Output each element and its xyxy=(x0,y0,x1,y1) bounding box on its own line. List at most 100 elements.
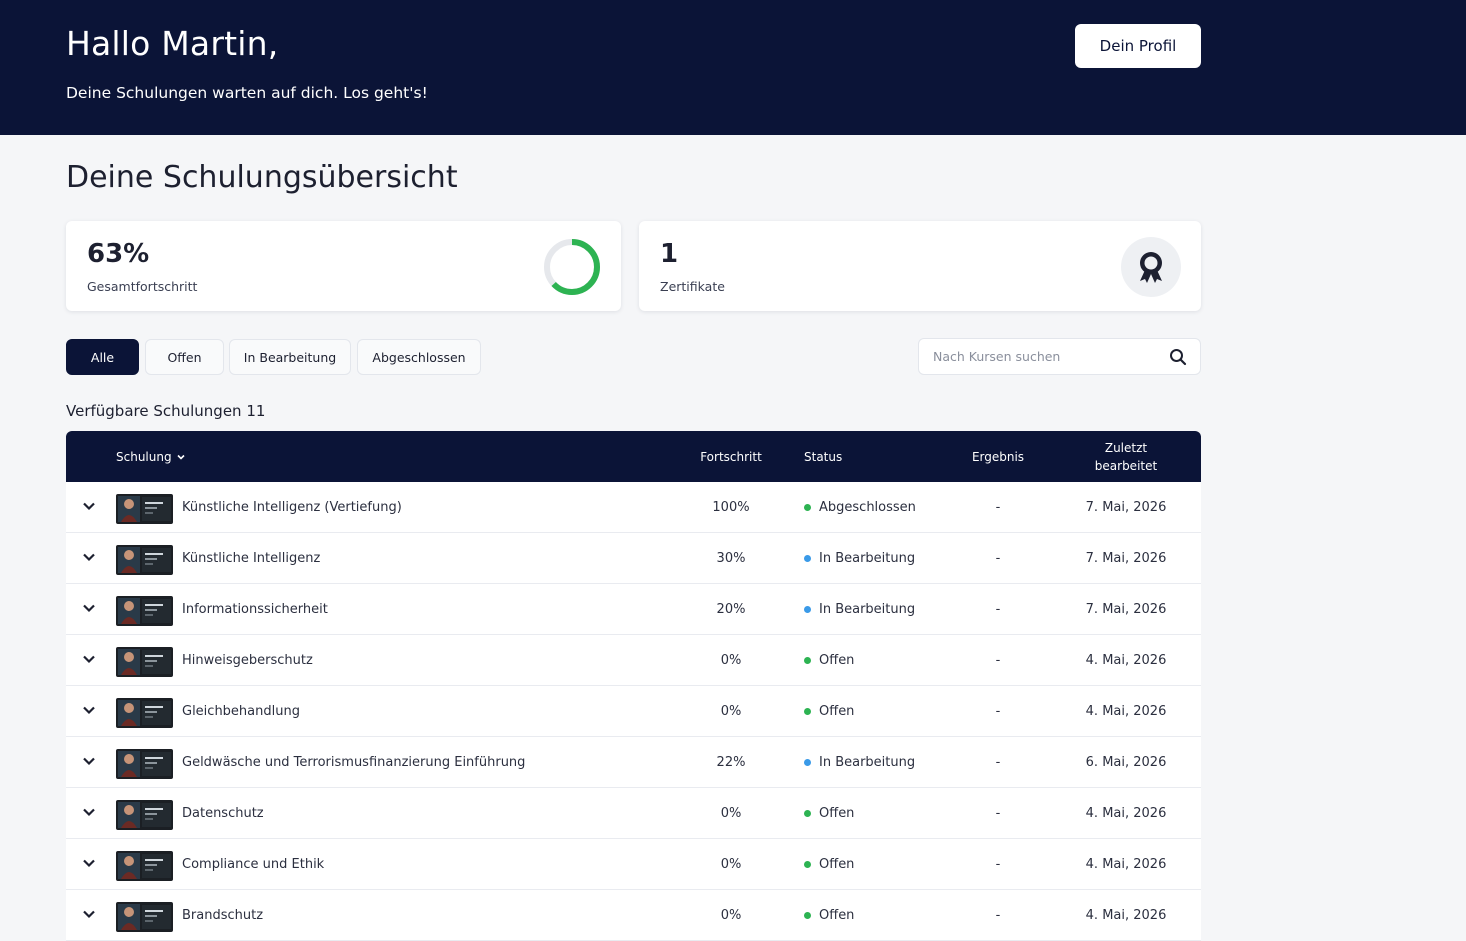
certificates-card: 1 Zertifikate xyxy=(639,221,1201,311)
progress-donut-icon xyxy=(544,239,600,295)
course-last-edited: 4. Mai, 2026 xyxy=(1085,703,1167,719)
course-title: Gleichbehandlung xyxy=(182,703,300,719)
course-thumbnail xyxy=(116,851,173,881)
course-last-edited: 7. Mai, 2026 xyxy=(1085,601,1167,617)
status-dot-icon xyxy=(804,860,811,868)
course-last-edited: 4. Mai, 2026 xyxy=(1085,856,1167,872)
course-progress: 0% xyxy=(720,907,742,923)
course-thumbnail xyxy=(116,545,173,575)
course-result: - xyxy=(995,499,1001,515)
filter-all[interactable]: Alle xyxy=(66,339,139,375)
table-row[interactable]: Compliance und Ethik 0% Offen - 4. Mai, … xyxy=(66,839,1201,890)
course-last-edited: 4. Mai, 2026 xyxy=(1085,907,1167,923)
filter-in-progress[interactable]: In Bearbeitung xyxy=(229,339,351,375)
course-thumbnail xyxy=(116,494,173,524)
award-ribbon-icon xyxy=(1121,237,1181,297)
course-title: Hinweisgeberschutz xyxy=(182,652,313,668)
column-last-edited-line2: bearbeitet xyxy=(1094,458,1158,473)
course-title: Compliance und Ethik xyxy=(182,856,325,872)
status-label: In Bearbeitung xyxy=(819,754,916,770)
table-row[interactable]: Informationssicherheit 20% In Bearbeitun… xyxy=(66,584,1201,635)
course-status: Offen xyxy=(804,890,854,940)
course-title: Geldwäsche und Terrorismusfinanzierung E… xyxy=(182,754,526,770)
course-progress: 0% xyxy=(720,805,742,821)
table-row[interactable]: Künstliche Intelligenz (Vertiefung) 100%… xyxy=(66,482,1201,533)
course-status: In Bearbeitung xyxy=(804,584,915,634)
course-title: Informationssicherheit xyxy=(182,601,328,617)
course-status: In Bearbeitung xyxy=(804,533,915,583)
table-row[interactable]: Gleichbehandlung 0% Offen - 4. Mai, 2026 xyxy=(66,686,1201,737)
course-last-edited: 4. Mai, 2026 xyxy=(1085,805,1167,821)
column-last-edited-line1: Zuletzt xyxy=(1104,440,1148,455)
status-dot-icon xyxy=(804,605,811,613)
course-last-edited: 6. Mai, 2026 xyxy=(1085,754,1167,770)
course-status: Offen xyxy=(804,635,854,685)
column-result: Ergebnis xyxy=(971,449,1025,464)
status-label: In Bearbeitung xyxy=(819,601,916,617)
progress-card: 63% Gesamtfortschritt xyxy=(66,221,621,311)
page-title: Deine Schulungsübersicht xyxy=(66,160,458,195)
course-thumbnail xyxy=(116,902,173,932)
search-icon[interactable] xyxy=(1169,348,1187,366)
course-status: Offen xyxy=(804,839,854,889)
status-label: Offen xyxy=(819,907,855,923)
course-thumbnail xyxy=(116,698,173,728)
course-thumbnail xyxy=(116,800,173,830)
status-label: In Bearbeitung xyxy=(819,550,916,566)
filter-open[interactable]: Offen xyxy=(145,339,224,375)
courses-table: Schulung Fortschritt Status Ergebnis Zul… xyxy=(66,431,1201,941)
course-thumbnail xyxy=(116,749,173,779)
column-course-label: Schulung xyxy=(116,449,172,464)
filter-completed[interactable]: Abgeschlossen xyxy=(357,339,481,375)
course-progress: 30% xyxy=(716,550,746,566)
course-result: - xyxy=(995,805,1001,821)
course-title: Brandschutz xyxy=(182,907,264,923)
expand-chevron-icon[interactable] xyxy=(82,858,96,868)
course-title: Datenschutz xyxy=(182,805,264,821)
table-row[interactable]: Hinweisgeberschutz 0% Offen - 4. Mai, 20… xyxy=(66,635,1201,686)
course-status: Offen xyxy=(804,788,854,838)
course-status: In Bearbeitung xyxy=(804,737,915,787)
table-row[interactable]: Datenschutz 0% Offen - 4. Mai, 2026 xyxy=(66,788,1201,839)
search-box xyxy=(918,338,1201,375)
column-course-sort[interactable]: Schulung xyxy=(116,431,186,482)
expand-chevron-icon[interactable] xyxy=(82,807,96,817)
course-progress: 0% xyxy=(720,703,742,719)
profile-button[interactable]: Dein Profil xyxy=(1075,24,1201,68)
table-body: Künstliche Intelligenz (Vertiefung) 100%… xyxy=(66,482,1201,941)
course-result: - xyxy=(995,907,1001,923)
course-progress: 0% xyxy=(720,856,742,872)
expand-chevron-icon[interactable] xyxy=(82,705,96,715)
course-last-edited: 4. Mai, 2026 xyxy=(1085,652,1167,668)
column-progress: Fortschritt xyxy=(700,449,762,464)
table-row[interactable]: Künstliche Intelligenz 30% In Bearbeitun… xyxy=(66,533,1201,584)
status-label: Abgeschlossen xyxy=(819,499,916,515)
course-result: - xyxy=(995,754,1001,770)
expand-chevron-icon[interactable] xyxy=(82,654,96,664)
search-input[interactable] xyxy=(920,340,1160,373)
course-title: Künstliche Intelligenz xyxy=(182,550,321,566)
status-dot-icon xyxy=(804,758,811,766)
course-status: Offen xyxy=(804,686,854,736)
course-last-edited: 7. Mai, 2026 xyxy=(1085,550,1167,566)
status-label: Offen xyxy=(819,652,855,668)
table-row[interactable]: Brandschutz 0% Offen - 4. Mai, 2026 xyxy=(66,890,1201,941)
progress-value: 63% xyxy=(87,239,150,269)
table-row[interactable]: Geldwäsche und Terrorismusfinanzierung E… xyxy=(66,737,1201,788)
expand-chevron-icon[interactable] xyxy=(82,552,96,562)
greeting-subtitle: Deine Schulungen warten auf dich. Los ge… xyxy=(66,84,428,102)
course-progress: 22% xyxy=(716,754,746,770)
status-label: Offen xyxy=(819,805,855,821)
expand-chevron-icon[interactable] xyxy=(82,909,96,919)
welcome-header: Hallo Martin, Deine Schulungen warten au… xyxy=(0,0,1466,135)
expand-chevron-icon[interactable] xyxy=(82,603,96,613)
status-dot-icon xyxy=(804,656,811,664)
certificates-label: Zertifikate xyxy=(660,279,725,294)
course-title: Künstliche Intelligenz (Vertiefung) xyxy=(182,499,402,515)
course-result: - xyxy=(995,856,1001,872)
course-progress: 0% xyxy=(720,652,742,668)
expand-chevron-icon[interactable] xyxy=(82,756,96,766)
expand-chevron-icon[interactable] xyxy=(82,501,96,511)
table-header: Schulung Fortschritt Status Ergebnis Zul… xyxy=(66,431,1201,482)
status-dot-icon xyxy=(804,911,811,919)
